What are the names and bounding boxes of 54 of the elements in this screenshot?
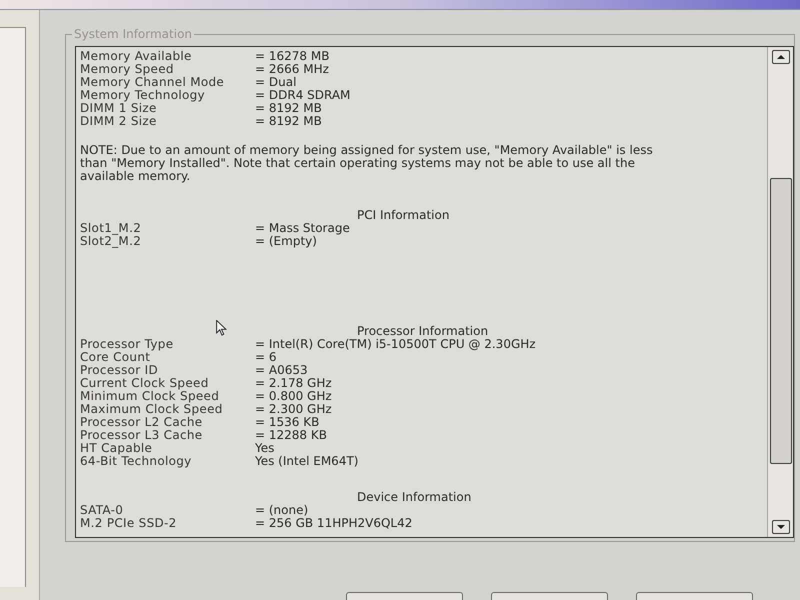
field-value: = Mass Storage <box>255 222 350 235</box>
field-label: DIMM 1 Size <box>80 102 157 115</box>
field-label: Slot1_M.2 <box>80 222 142 235</box>
field-label: DIMM 2 Size <box>80 115 157 128</box>
section-heading: Processor Information <box>357 325 488 338</box>
field-label: Minimum Clock Speed <box>80 390 220 403</box>
field-value: = Intel(R) Core(TM) i5-10500T CPU @ 2.30GHz <box>255 338 536 351</box>
field-value: = 2.178 GHz <box>255 377 332 390</box>
field-label: 64-Bit Technology <box>80 455 192 468</box>
field-value: = 8192 MB <box>255 102 322 115</box>
field-value: = 16278 MB <box>255 50 330 63</box>
section-heading: PCI Information <box>357 209 450 222</box>
field-value: = (none) <box>255 504 308 517</box>
note-text: NOTE: Due to an amount of memory being assigned for system use, "Memory Available" is less than "Memory Installed". Note that certain operating systems may not be able to use all the available memory. <box>80 144 654 183</box>
field-value: Yes <box>255 442 274 455</box>
field-label: Memory Speed <box>80 63 174 76</box>
field-value: = Dual <box>255 76 296 89</box>
field-label: Slot2_M.2 <box>80 235 142 248</box>
field-label: Maximum Clock Speed <box>80 403 223 416</box>
section-heading: Device Information <box>357 491 472 504</box>
field-value: = 6 <box>255 351 277 364</box>
field-value: = 8192 MB <box>255 115 322 128</box>
dialog-button[interactable] <box>346 592 463 600</box>
field-label: Current Clock Speed <box>80 377 209 390</box>
field-value: = 2.300 GHz <box>255 403 332 416</box>
field-label: Memory Technology <box>80 89 205 102</box>
down-triangle-icon <box>776 525 784 529</box>
scroll-down-button[interactable] <box>772 520 790 534</box>
scroll-thumb[interactable] <box>770 178 792 464</box>
field-label: Memory Channel Mode <box>80 76 224 89</box>
dialog-button[interactable] <box>491 592 608 600</box>
field-value: = 1536 KB <box>255 416 320 429</box>
field-value: = 256 GB 11HPH2V6QL42 <box>255 517 412 530</box>
mouse-pointer-icon <box>216 320 227 336</box>
field-label: Processor L2 Cache <box>80 416 202 429</box>
field-value: = A0653 <box>255 364 308 377</box>
field-value: = 2666 MHz <box>255 63 329 76</box>
up-triangle-icon <box>776 55 784 59</box>
field-label: M.2 PCIe SSD-2 <box>80 517 177 530</box>
field-value: = (Empty) <box>255 235 317 248</box>
field-label: SATA-0 <box>80 504 124 517</box>
field-label: HT Capable <box>80 442 152 455</box>
field-value: = 0.800 GHz <box>255 390 332 403</box>
field-value: = 12288 KB <box>255 429 327 442</box>
field-label: Processor ID <box>80 364 158 377</box>
field-label: Core Count <box>80 351 150 364</box>
dialog-button[interactable] <box>636 592 753 600</box>
field-label: Processor Type <box>80 338 174 351</box>
field-value: Yes (Intel EM64T) <box>255 455 358 468</box>
group-title: System Information <box>73 27 194 41</box>
scroll-up-button[interactable] <box>772 50 790 64</box>
field-label: Memory Available <box>80 50 192 63</box>
field-label: Processor L3 Cache <box>80 429 202 442</box>
field-value: = DDR4 SDRAM <box>255 89 350 102</box>
